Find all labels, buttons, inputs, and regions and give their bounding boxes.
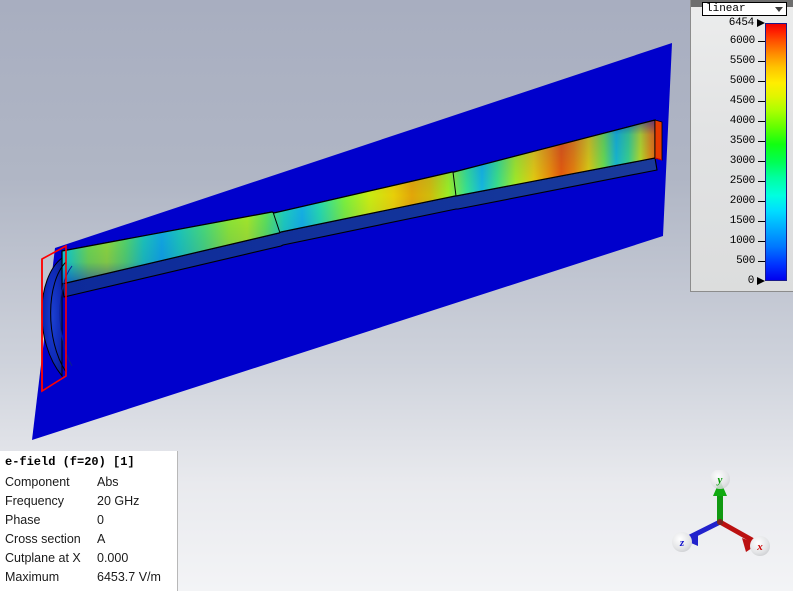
- info-row: Phase 0: [0, 510, 177, 529]
- colorbar-gradient[interactable]: [765, 23, 787, 281]
- info-row-value: 0.000: [97, 550, 129, 565]
- info-row-key: Cutplane at X: [5, 550, 81, 565]
- axis-z-label: z: [679, 537, 685, 549]
- colorbar-tick-dash: [758, 240, 765, 242]
- info-row-value: 20 GHz: [97, 493, 140, 508]
- colorbar-tick: 3500: [691, 135, 765, 147]
- colorbar-tick-label: 2500: [729, 175, 756, 188]
- chevron-down-icon[interactable]: [775, 7, 783, 12]
- colorbar-tick-label: 4500: [729, 95, 756, 108]
- colorbar-tick: 5000: [691, 75, 765, 87]
- colorbar-tick: 2500: [691, 175, 765, 187]
- colorbar-tick-dash: [758, 260, 765, 262]
- info-row-value: Abs: [97, 474, 119, 489]
- colorbar-tick-dash: [758, 60, 765, 62]
- axis-z: z: [672, 519, 723, 552]
- colorbar-tick-label: 5500: [729, 55, 756, 68]
- colorbar-tick-label: 3000: [729, 155, 756, 168]
- colorbar-tick-dash: [758, 140, 765, 142]
- colorbar-tick-label: 6454: [728, 17, 755, 29]
- colorbar-tick-dash: [758, 40, 765, 42]
- colorbar-tick-dash: [758, 180, 765, 182]
- colorbar-tick: 2000: [691, 195, 765, 207]
- colorbar-tick: 0: [691, 275, 765, 287]
- colorbar-tick: 4000: [691, 115, 765, 127]
- colorbar-tick: 6454: [691, 17, 765, 29]
- colorbar-tick-label: 3500: [729, 135, 756, 148]
- colorbar-tick-label: 1000: [729, 235, 756, 248]
- colorbar-range-arrow-icon[interactable]: [757, 19, 765, 27]
- axis-y-label: y: [716, 474, 723, 486]
- info-row: Maximum 6453.7 V/m: [0, 567, 177, 586]
- colorbar-tick: 500: [691, 255, 765, 267]
- colorbar-range-arrow-icon[interactable]: [757, 277, 765, 285]
- colorbar-tick-label: 2000: [729, 195, 756, 208]
- colorbar-tick: 3000: [691, 155, 765, 167]
- colorbar-tick-label: 500: [736, 255, 755, 267]
- info-row: Cutplane at X 0.000: [0, 548, 177, 567]
- colorbar-tick-dash: [758, 200, 765, 202]
- info-row-key: Cross section: [5, 531, 81, 546]
- colorbar-tick-label: 5000: [729, 75, 756, 88]
- colorbar-tick-dash: [758, 100, 765, 102]
- info-row-key: Component: [5, 474, 70, 489]
- axis-origin: [717, 519, 723, 525]
- axis-orientation-triad[interactable]: z x y: [660, 469, 790, 580]
- info-row: Component Abs: [0, 472, 177, 491]
- info-row: Cross section A: [0, 529, 177, 548]
- info-row-key: Phase: [5, 512, 41, 527]
- axis-x: x: [717, 519, 770, 556]
- colorbar-tick-label: 6000: [729, 35, 756, 48]
- scale-mode-dropdown[interactable]: linear: [702, 2, 787, 16]
- info-panel-rows: Component Abs Frequency 20 GHz Phase 0 Cross s…: [0, 472, 177, 586]
- colorbar-tick-label: 1500: [729, 215, 756, 228]
- field-info-panel: e-field (f=20) [1] Component Abs Frequency…: [0, 451, 178, 591]
- info-row-key: Frequency: [5, 493, 65, 508]
- output-aperture: [654, 119, 663, 161]
- colorbar-tick: 4500: [691, 95, 765, 107]
- colorbar-tick-label: 0: [747, 275, 755, 287]
- axis-x-label: x: [756, 541, 763, 553]
- colorbar-tick: 5500: [691, 55, 765, 67]
- info-row-value: 0: [97, 512, 104, 527]
- info-row-key: Maximum: [5, 569, 60, 584]
- colorbar-tick-label: 4000: [729, 115, 756, 128]
- colorbar-tick: 6000: [691, 35, 765, 47]
- info-row-value: 6453.7 V/m: [97, 569, 161, 584]
- scale-mode-value: linear: [706, 3, 746, 15]
- colorbar-tick-dash: [758, 160, 765, 162]
- axis-y: y: [710, 469, 730, 525]
- colorbar-tick-dash: [758, 120, 765, 122]
- info-row: Frequency 20 GHz: [0, 491, 177, 510]
- colorbar-tick: 1500: [691, 215, 765, 227]
- color-legend-panel: linear 6454 6000 5500 5000 4500 4000 3500 3000 2…: [690, 0, 793, 292]
- colorbar-tick: 1000: [691, 235, 765, 247]
- colorbar-tick-dash: [758, 220, 765, 222]
- colorbar-tick-dash: [758, 80, 765, 82]
- info-panel-title: e-field (f=20) [1]: [5, 455, 135, 469]
- info-row-value: A: [97, 531, 106, 546]
